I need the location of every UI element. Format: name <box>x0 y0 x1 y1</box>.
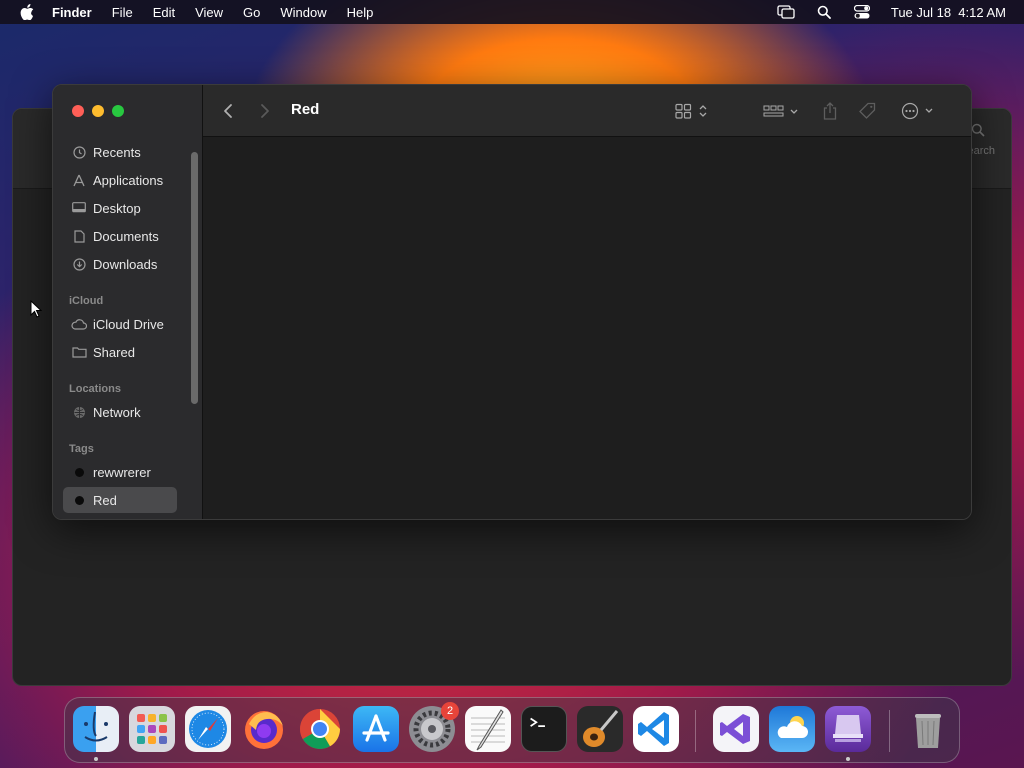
sidebar-item-label: Shared <box>93 344 135 360</box>
menu-help[interactable]: Help <box>347 5 374 20</box>
visual-studio-icon <box>720 714 750 744</box>
window-title: Red <box>291 101 320 118</box>
window-controls <box>72 105 124 117</box>
sidebar-item-label: Downloads <box>93 256 158 272</box>
close-button[interactable] <box>72 105 84 117</box>
more-actions-icon[interactable] <box>901 99 937 123</box>
sidebar-item-recents[interactable]: Recents <box>63 139 177 165</box>
menu-bar: Finder File Edit View Go Window Help Tue… <box>0 0 1024 24</box>
terminal-icon <box>530 717 545 727</box>
sidebar-item-label: Recents <box>93 144 141 160</box>
dock-trash[interactable] <box>905 706 951 752</box>
guitar-icon <box>583 710 619 747</box>
desktop-icon <box>69 202 89 214</box>
dock-launchpad[interactable] <box>129 706 175 752</box>
spotlight-search-icon[interactable] <box>815 3 833 21</box>
forward-button[interactable] <box>260 99 270 123</box>
dock-separator <box>695 710 696 752</box>
dock-safari[interactable] <box>185 706 231 752</box>
sidebar-section-locations: Locations <box>69 383 121 395</box>
finder-window: Recents Applications Desktop Documents D… <box>52 84 972 520</box>
dock-app-store[interactable] <box>353 706 399 752</box>
sidebar-item-label: Desktop <box>93 200 141 216</box>
dock-vscode[interactable] <box>633 706 679 752</box>
dock-chrome[interactable] <box>297 706 343 752</box>
sidebar-item-desktop[interactable]: Desktop <box>63 195 177 221</box>
menu-edit[interactable]: Edit <box>153 5 175 20</box>
menu-file[interactable]: File <box>112 5 133 20</box>
dock-terminal[interactable] <box>521 706 567 752</box>
background-search-icon <box>971 123 985 142</box>
sidebar-item-applications[interactable]: Applications <box>63 167 177 193</box>
sidebar-item-label: Network <box>93 404 141 420</box>
sidebar-item-downloads[interactable]: Downloads <box>63 251 177 277</box>
dock-weather[interactable] <box>769 706 815 752</box>
dock-textedit[interactable] <box>465 706 511 752</box>
trash-icon <box>915 714 941 748</box>
share-icon[interactable] <box>823 99 837 123</box>
running-indicator <box>94 757 98 761</box>
dock: 2 <box>64 697 960 763</box>
tag-dot-icon <box>69 495 89 505</box>
sidebar-item-label: Applications <box>93 172 164 188</box>
finder-face-icon <box>84 711 108 742</box>
simulator-icon <box>833 715 863 742</box>
tag-icon[interactable] <box>859 99 877 123</box>
dock-garageband[interactable] <box>577 706 623 752</box>
menu-window[interactable]: Window <box>280 5 326 20</box>
weather-cloud-icon <box>777 716 808 738</box>
app-store-icon <box>362 714 390 742</box>
sidebar-section-tags: Tags <box>69 443 94 455</box>
sidebar-item-documents[interactable]: Documents <box>63 223 177 249</box>
menu-go[interactable]: Go <box>243 5 260 20</box>
shared-folder-icon <box>69 346 89 358</box>
menu-clock[interactable]: Tue Jul 18 4:12 AM <box>891 5 1006 20</box>
tag-dot-icon <box>69 467 89 477</box>
textedit-icon <box>471 709 505 751</box>
mouse-cursor-icon <box>30 299 43 323</box>
sidebar: Recents Applications Desktop Documents D… <box>53 85 203 519</box>
dock-visual-studio[interactable] <box>713 706 759 752</box>
sidebar-scrollbar[interactable] <box>191 152 198 404</box>
minimize-button[interactable] <box>92 105 104 117</box>
cloud-icon <box>69 318 89 330</box>
clock-icon <box>69 145 89 159</box>
sidebar-item-label: Documents <box>93 228 159 244</box>
applications-icon <box>69 174 89 187</box>
apple-menu-icon[interactable] <box>18 3 36 21</box>
zoom-button[interactable] <box>112 105 124 117</box>
dock-simulator[interactable] <box>825 706 871 752</box>
sidebar-item-label: iCloud Drive <box>93 316 164 332</box>
running-indicator <box>846 757 850 761</box>
menu-app-finder[interactable]: Finder <box>52 5 92 20</box>
chrome-icon <box>300 709 340 749</box>
sidebar-item-label: rewwrerer <box>93 464 151 480</box>
finder-toolbar: Red <box>203 85 971 137</box>
notification-badge: 2 <box>441 702 459 720</box>
globe-icon <box>69 406 89 419</box>
back-button[interactable] <box>223 99 233 123</box>
dock-firefox[interactable] <box>241 706 287 752</box>
safari-compass-icon <box>189 710 227 748</box>
screen-mirroring-icon[interactable] <box>777 3 795 21</box>
document-icon <box>69 229 89 243</box>
sidebar-item-shared[interactable]: Shared <box>63 339 177 365</box>
menu-view[interactable]: View <box>195 5 223 20</box>
vscode-icon <box>638 712 669 746</box>
sidebar-tag-rewwrerer[interactable]: rewwrerer <box>63 459 177 485</box>
dock-separator <box>889 710 890 752</box>
control-center-icon[interactable] <box>853 3 871 21</box>
launchpad-grid-icon <box>137 714 167 744</box>
sidebar-item-label: Red <box>93 492 117 508</box>
sidebar-item-network[interactable]: Network <box>63 399 177 425</box>
sidebar-tag-red[interactable]: Red <box>63 487 177 513</box>
sidebar-item-icloud-drive[interactable]: iCloud Drive <box>63 311 177 337</box>
view-mode-button[interactable] <box>675 99 711 123</box>
download-icon <box>69 257 89 271</box>
file-content-area[interactable] <box>203 137 971 519</box>
group-by-button[interactable] <box>763 99 799 123</box>
sidebar-section-icloud: iCloud <box>69 295 104 307</box>
dock-finder[interactable] <box>73 706 119 752</box>
firefox-icon <box>245 711 283 749</box>
